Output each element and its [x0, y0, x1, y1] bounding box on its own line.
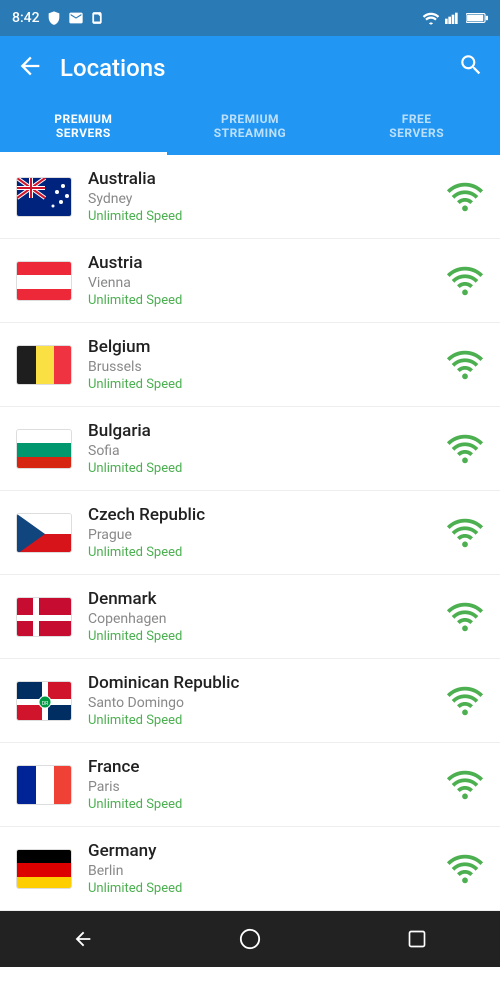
connection-strength — [446, 264, 484, 298]
location-info: Dominican Republic Santo Domingo Unlimit… — [88, 673, 434, 728]
sim-icon — [90, 10, 104, 26]
status-left: 8:42 — [12, 10, 104, 26]
email-icon — [68, 10, 84, 26]
connection-strength — [446, 348, 484, 382]
header: Locations — [0, 36, 500, 100]
country-flag — [16, 177, 72, 217]
location-info: Australia Sydney Unlimited Speed — [88, 169, 434, 224]
signal-icon — [445, 11, 461, 25]
list-item[interactable]: DR Dominican Republic Santo Domingo Unli… — [0, 659, 500, 743]
tab-premium-streaming[interactable]: PREMIUMSTREAMING — [167, 100, 334, 155]
location-info: Bulgaria Sofia Unlimited Speed — [88, 421, 434, 476]
connection-strength — [446, 852, 484, 886]
connection-strength — [446, 432, 484, 466]
country-name: France — [88, 757, 434, 777]
country-name: Denmark — [88, 589, 434, 609]
city-name: Prague — [88, 527, 434, 543]
speed-label: Unlimited Speed — [88, 293, 434, 308]
list-item[interactable]: Australia Sydney Unlimited Speed — [0, 155, 500, 239]
location-info: Germany Berlin Unlimited Speed — [88, 841, 434, 896]
country-flag — [16, 849, 72, 889]
country-name: Australia — [88, 169, 434, 189]
speed-label: Unlimited Speed — [88, 629, 434, 644]
status-right — [422, 11, 488, 25]
country-flag — [16, 345, 72, 385]
svg-text:DR: DR — [42, 701, 48, 707]
city-name: Berlin — [88, 863, 434, 879]
connection-strength — [446, 684, 484, 718]
tab-premium-servers[interactable]: PREMIUMSERVERS — [0, 100, 167, 155]
city-name: Paris — [88, 779, 434, 795]
city-name: Copenhagen — [88, 611, 434, 627]
city-name: Sofia — [88, 443, 434, 459]
wifi-signal-icon — [446, 768, 484, 802]
country-flag — [16, 261, 72, 301]
page-title: Locations — [60, 54, 458, 82]
tab-free-servers[interactable]: FREESERVERS — [333, 100, 500, 155]
battery-icon — [466, 12, 488, 24]
list-item[interactable]: Austria Vienna Unlimited Speed — [0, 239, 500, 323]
city-name: Sydney — [88, 191, 434, 207]
country-flag — [16, 429, 72, 469]
country-flag — [16, 513, 72, 553]
city-name: Brussels — [88, 359, 434, 375]
list-item[interactable]: Bulgaria Sofia Unlimited Speed — [0, 407, 500, 491]
connection-strength — [446, 180, 484, 214]
country-name: Bulgaria — [88, 421, 434, 441]
nav-recent-button[interactable] — [397, 919, 437, 959]
speed-label: Unlimited Speed — [88, 713, 434, 728]
wifi-signal-icon — [446, 600, 484, 634]
country-flag: DR — [16, 681, 72, 721]
bottom-nav — [0, 911, 500, 967]
speed-label: Unlimited Speed — [88, 377, 434, 392]
list-item[interactable]: Germany Berlin Unlimited Speed — [0, 827, 500, 911]
status-bar: 8:42 — [0, 0, 500, 36]
speed-label: Unlimited Speed — [88, 797, 434, 812]
speed-label: Unlimited Speed — [88, 209, 434, 224]
city-name: Santo Domingo — [88, 695, 434, 711]
search-button[interactable] — [458, 52, 484, 84]
country-flag — [16, 597, 72, 637]
list-item[interactable]: France Paris Unlimited Speed — [0, 743, 500, 827]
country-name: Belgium — [88, 337, 434, 357]
country-flag — [16, 765, 72, 805]
status-time: 8:42 — [12, 10, 40, 26]
location-info: France Paris Unlimited Speed — [88, 757, 434, 812]
speed-label: Unlimited Speed — [88, 881, 434, 896]
country-name: Austria — [88, 253, 434, 273]
list-item[interactable]: Czech Republic Prague Unlimited Speed — [0, 491, 500, 575]
wifi-signal-icon — [446, 852, 484, 886]
country-name: Dominican Republic — [88, 673, 434, 693]
tab-bar: PREMIUMSERVERS PREMIUMSTREAMING FREESERV… — [0, 100, 500, 155]
location-info: Austria Vienna Unlimited Speed — [88, 253, 434, 308]
wifi-signal-icon — [446, 264, 484, 298]
country-name: Germany — [88, 841, 434, 861]
city-name: Vienna — [88, 275, 434, 291]
location-info: Czech Republic Prague Unlimited Speed — [88, 505, 434, 560]
speed-label: Unlimited Speed — [88, 461, 434, 476]
nav-back-button[interactable] — [63, 919, 103, 959]
connection-strength — [446, 600, 484, 634]
shield-icon — [46, 10, 62, 26]
location-info: Belgium Brussels Unlimited Speed — [88, 337, 434, 392]
speed-label: Unlimited Speed — [88, 545, 434, 560]
connection-strength — [446, 516, 484, 550]
list-item[interactable]: Belgium Brussels Unlimited Speed — [0, 323, 500, 407]
wifi-signal-icon — [446, 684, 484, 718]
back-button[interactable] — [16, 52, 44, 85]
wifi-signal-icon — [446, 432, 484, 466]
location-list: Australia Sydney Unlimited Speed Austria… — [0, 155, 500, 911]
connection-strength — [446, 768, 484, 802]
wifi-signal-icon — [446, 180, 484, 214]
wifi-status-icon — [422, 11, 440, 25]
nav-home-button[interactable] — [230, 919, 270, 959]
location-info: Denmark Copenhagen Unlimited Speed — [88, 589, 434, 644]
wifi-signal-icon — [446, 348, 484, 382]
list-item[interactable]: Denmark Copenhagen Unlimited Speed — [0, 575, 500, 659]
country-name: Czech Republic — [88, 505, 434, 525]
wifi-signal-icon — [446, 516, 484, 550]
